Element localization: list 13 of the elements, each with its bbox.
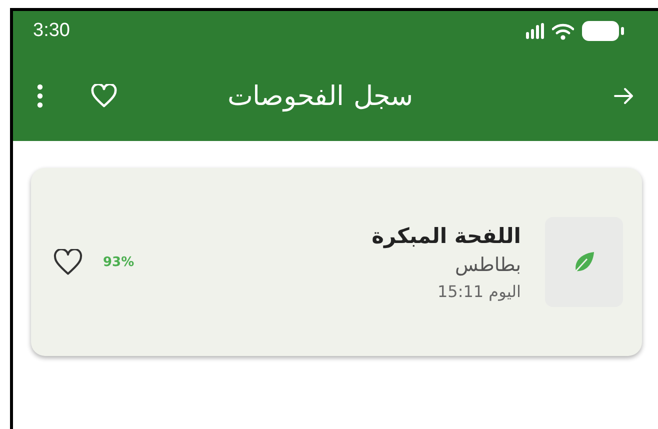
- back-arrow-icon[interactable]: [614, 87, 634, 105]
- leaf-icon: [573, 251, 595, 273]
- plant-name: بطاطس: [454, 254, 521, 276]
- battery-icon: [582, 21, 624, 41]
- wifi-icon: [552, 22, 574, 40]
- status-time: 3:30: [33, 20, 70, 42]
- screen-title: سجل الفحوصات: [226, 80, 414, 112]
- scan-time: اليوم 15:11: [437, 282, 521, 300]
- heart-icon[interactable]: [53, 248, 83, 276]
- signal-icon: [526, 23, 544, 39]
- diagnosis-title: اللفحة المبكرة: [372, 224, 521, 248]
- confidence-value: 93%: [103, 254, 134, 270]
- more-menu-icon[interactable]: [37, 84, 43, 108]
